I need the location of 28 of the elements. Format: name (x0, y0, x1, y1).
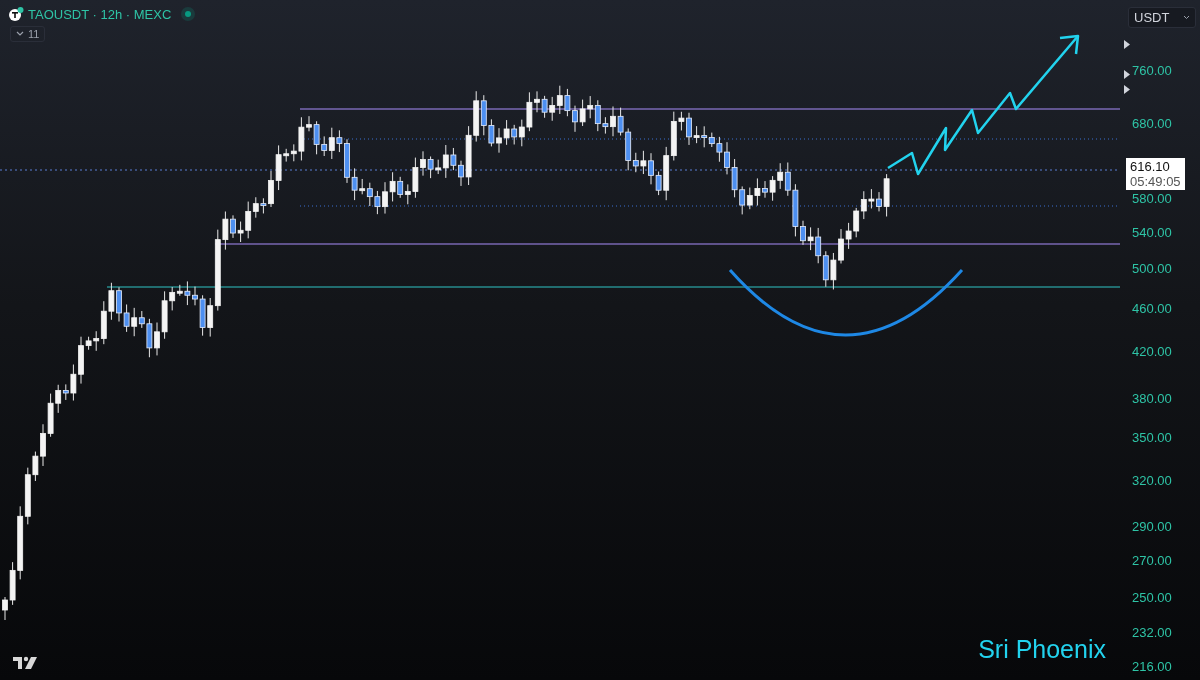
price-label: 290.00 (1132, 518, 1172, 534)
last-price: 616.10 (1130, 159, 1171, 174)
coin-icon (8, 6, 24, 22)
marker-icon (1124, 40, 1130, 49)
symbol-title: TAOUSDT · 12h · MEXC (28, 6, 172, 22)
price-label: 232.00 (1132, 624, 1172, 640)
marker-icon (1124, 85, 1130, 94)
price-label: 420.00 (1132, 343, 1172, 359)
signature-text: Sri Phoenix (978, 635, 1106, 664)
price-label: 540.00 (1132, 224, 1172, 240)
price-label: 350.00 (1132, 429, 1172, 445)
bar-countdown: 05:49:05 (1130, 174, 1181, 189)
currency-select[interactable]: USDT (1128, 7, 1196, 28)
price-label: 760.00 (1132, 62, 1172, 78)
price-label: 320.00 (1132, 472, 1172, 488)
price-label: 250.00 (1132, 589, 1172, 605)
price-label: 680.00 (1132, 115, 1172, 131)
price-label: 380.00 (1132, 390, 1172, 406)
chevron-down-icon (1183, 15, 1190, 20)
logo-icon (13, 656, 39, 670)
marker-icon (1124, 70, 1130, 79)
price-label: 460.00 (1132, 300, 1172, 316)
indicators-toggle[interactable]: 11 (10, 26, 46, 42)
price-label: 270.00 (1132, 552, 1172, 568)
price-label: 216.00 (1132, 658, 1172, 674)
chevron-icon (16, 31, 24, 37)
price-label: 500.00 (1132, 260, 1172, 276)
price-label: 580.00 (1132, 190, 1172, 206)
